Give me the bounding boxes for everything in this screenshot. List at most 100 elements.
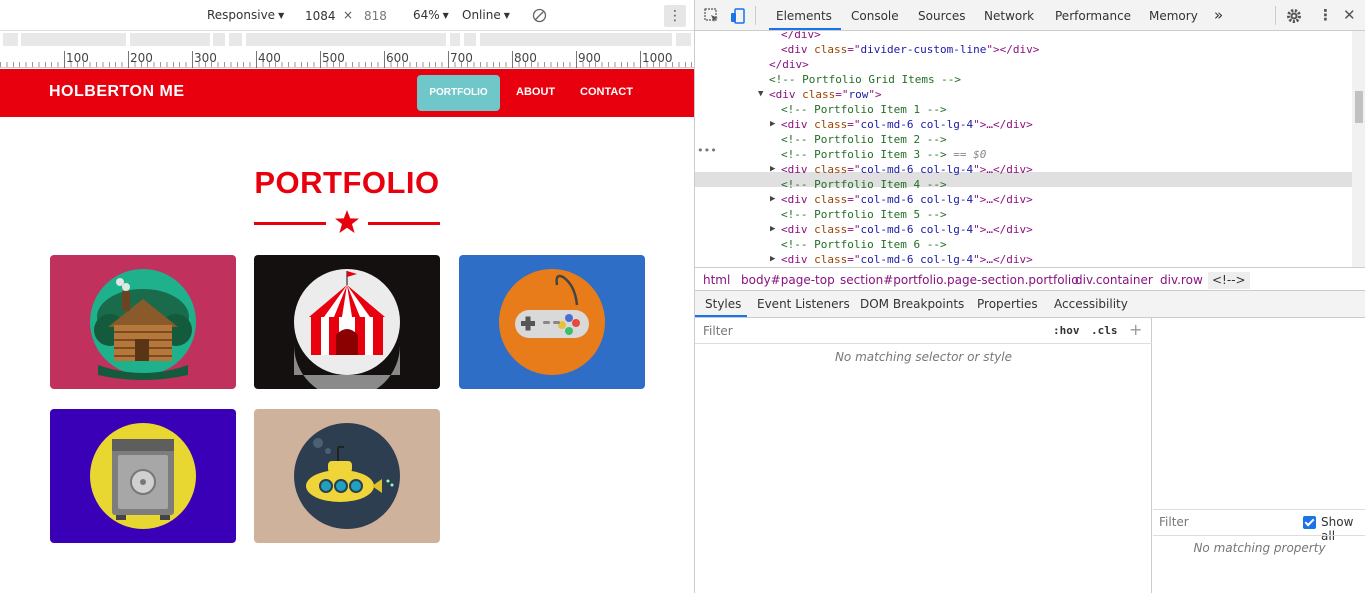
tab-elements[interactable]: Elements: [776, 9, 832, 23]
dom-node-line[interactable]: ▶ <div class="col-md-6 col-lg-4">…</div>: [770, 252, 1033, 267]
dom-node-line[interactable]: ▶ <div class="col-md-6 col-lg-4">…</div>: [770, 192, 1033, 207]
dom-node-line[interactable]: <!-- Portfolio Grid Items -->: [769, 72, 961, 87]
more-tabs-icon[interactable]: »: [1214, 6, 1223, 24]
breadcrumb-section[interactable]: section#portfolio.page-section.portfolio: [840, 273, 1079, 287]
class-toggle[interactable]: .cls: [1091, 324, 1118, 337]
inspect-element-icon[interactable]: [704, 8, 720, 24]
height-input[interactable]: 818: [364, 6, 408, 26]
computed-filter-input[interactable]: Filter: [1159, 515, 1189, 529]
subtab-accessibility[interactable]: Accessibility: [1054, 297, 1128, 311]
dom-scrollbar[interactable]: [1352, 31, 1365, 267]
tab-performance[interactable]: Performance: [1055, 9, 1131, 23]
portfolio-item-submarine[interactable]: [254, 409, 440, 543]
dom-punct: =": [847, 253, 861, 266]
nav-link-about[interactable]: ABOUT: [516, 86, 555, 98]
dom-comment: <!-- Portfolio Item 1 -->: [781, 103, 947, 116]
dom-punct: ">…</div>: [973, 253, 1033, 266]
disclosure-triangle-icon: ▶: [770, 194, 781, 204]
tab-console[interactable]: Console: [851, 9, 899, 23]
portfolio-heading: PORTFOLIO: [254, 165, 440, 200]
site-brand[interactable]: HOLBERTON ME: [49, 83, 184, 101]
show-all-label: Show all: [1321, 515, 1354, 543]
tab-memory[interactable]: Memory: [1149, 9, 1198, 23]
dom-node-line[interactable]: <!-- Portfolio Item 2 -->: [781, 132, 947, 147]
breadcrumb-row[interactable]: div.row: [1160, 273, 1203, 287]
breadcrumb-body[interactable]: body#page-top: [741, 273, 835, 287]
media-query-segment[interactable]: [480, 33, 672, 46]
media-query-segment[interactable]: [130, 33, 210, 46]
dom-punct: =": [847, 163, 861, 176]
zoom-select[interactable]: 64% ▼: [413, 8, 449, 22]
dom-attr-name: class: [814, 193, 848, 206]
subtab-dom-breakpoints[interactable]: DOM Breakpoints: [860, 297, 964, 311]
dom-node-line[interactable]: <!-- Portfolio Item 1 -->: [781, 102, 947, 117]
dom-node-line[interactable]: ▼ <div class="row">: [758, 87, 882, 102]
media-query-segment[interactable]: [464, 33, 476, 46]
subtab-styles[interactable]: Styles: [705, 297, 741, 311]
breadcrumb-comment[interactable]: <!-->: [1208, 272, 1250, 289]
throttle-label: Online: [462, 8, 501, 22]
media-query-segment[interactable]: [213, 33, 225, 46]
node-actions-icon[interactable]: •••: [697, 143, 717, 158]
more-options-icon[interactable]: ⋮: [664, 5, 686, 27]
ruler-label: 600: [384, 51, 409, 68]
new-rule-icon[interactable]: +: [1129, 320, 1142, 339]
dom-comment: <!-- Portfolio Item 3 -->: [781, 148, 947, 161]
throttle-select[interactable]: Online ▼: [462, 8, 510, 22]
media-query-segment[interactable]: [246, 33, 446, 46]
device-toggle-icon[interactable]: [730, 8, 746, 24]
nav-link-contact[interactable]: CONTACT: [580, 86, 633, 98]
media-query-segment[interactable]: [229, 33, 242, 46]
dom-punct: "></div>: [986, 43, 1040, 56]
dom-node-line[interactable]: ▶ <div class="col-md-6 col-lg-4">…</div>: [770, 117, 1033, 132]
ruler-label: 100: [64, 51, 89, 68]
show-all-checkbox[interactable]: [1303, 516, 1316, 529]
dom-node-line[interactable]: </div>: [769, 57, 809, 72]
caret-down-icon: ▼: [278, 11, 285, 20]
media-query-segment[interactable]: [450, 33, 460, 46]
media-query-segment[interactable]: [3, 33, 18, 46]
close-icon[interactable]: ✕: [1343, 6, 1356, 24]
dom-tag-name: <div: [781, 43, 815, 56]
dom-node-line[interactable]: <!-- Portfolio Item 6 -->: [781, 237, 947, 252]
tab-network[interactable]: Network: [984, 9, 1034, 23]
dom-punct: =": [847, 223, 861, 236]
dom-node-line[interactable]: <div class="divider-custom-line"></div>: [781, 42, 1039, 57]
portfolio-item-circus[interactable]: [254, 255, 440, 389]
subtab-event-listeners[interactable]: Event Listeners: [757, 297, 850, 311]
dom-tag-name: <div: [781, 253, 815, 266]
subtab-properties[interactable]: Properties: [977, 297, 1038, 311]
rotate-icon[interactable]: [532, 8, 547, 23]
ruler-label: 300: [192, 51, 217, 68]
dom-node-line[interactable]: <!-- Portfolio Item 4 -->: [781, 177, 947, 192]
dom-node-line[interactable]: ▶ <div class="col-md-6 col-lg-4">…</div>: [770, 222, 1033, 237]
breadcrumb-container[interactable]: div.container: [1075, 273, 1153, 287]
nav-link-portfolio[interactable]: PORTFOLIO: [417, 75, 500, 111]
toolbar-divider: [1275, 6, 1276, 25]
dom-node-line[interactable]: <!-- Portfolio Item 5 -->: [781, 207, 947, 222]
portfolio-item-safe[interactable]: [50, 409, 236, 543]
dom-scroll-thumb[interactable]: [1355, 91, 1363, 123]
devtools-menu-icon[interactable]: ⋮: [1318, 6, 1333, 24]
hover-state-toggle[interactable]: :hov: [1053, 324, 1080, 337]
selected-node-marker: == $0: [946, 148, 987, 161]
dom-comment: <!-- Portfolio Item 2 -->: [781, 133, 947, 146]
media-query-segment[interactable]: [21, 33, 126, 46]
dom-node-line[interactable]: </div>: [781, 31, 821, 42]
dom-comment: <!-- Portfolio Grid Items -->: [769, 73, 962, 86]
dom-node-line[interactable]: <!-- Portfolio Item 3 --> == $0: [781, 147, 986, 162]
disclosure-triangle-icon: ▶: [770, 164, 781, 174]
toolbar-divider: [755, 6, 756, 25]
styles-filter-input[interactable]: Filter: [697, 321, 1043, 341]
media-query-bar[interactable]: [0, 31, 694, 48]
device-select[interactable]: Responsive ▼: [207, 8, 284, 22]
media-query-segment[interactable]: [676, 33, 691, 46]
breadcrumb-html[interactable]: html: [703, 273, 730, 287]
settings-gear-icon[interactable]: [1286, 8, 1302, 24]
tab-sources[interactable]: Sources: [918, 9, 965, 23]
dom-tree[interactable]: ••• </div> <div class="divider-custom-lin…: [695, 31, 1352, 267]
active-tab-indicator: [769, 28, 841, 30]
dom-node-line[interactable]: ▶ <div class="col-md-6 col-lg-4">…</div>: [770, 162, 1033, 177]
portfolio-item-game[interactable]: [459, 255, 645, 389]
portfolio-item-cabin[interactable]: [50, 255, 236, 389]
